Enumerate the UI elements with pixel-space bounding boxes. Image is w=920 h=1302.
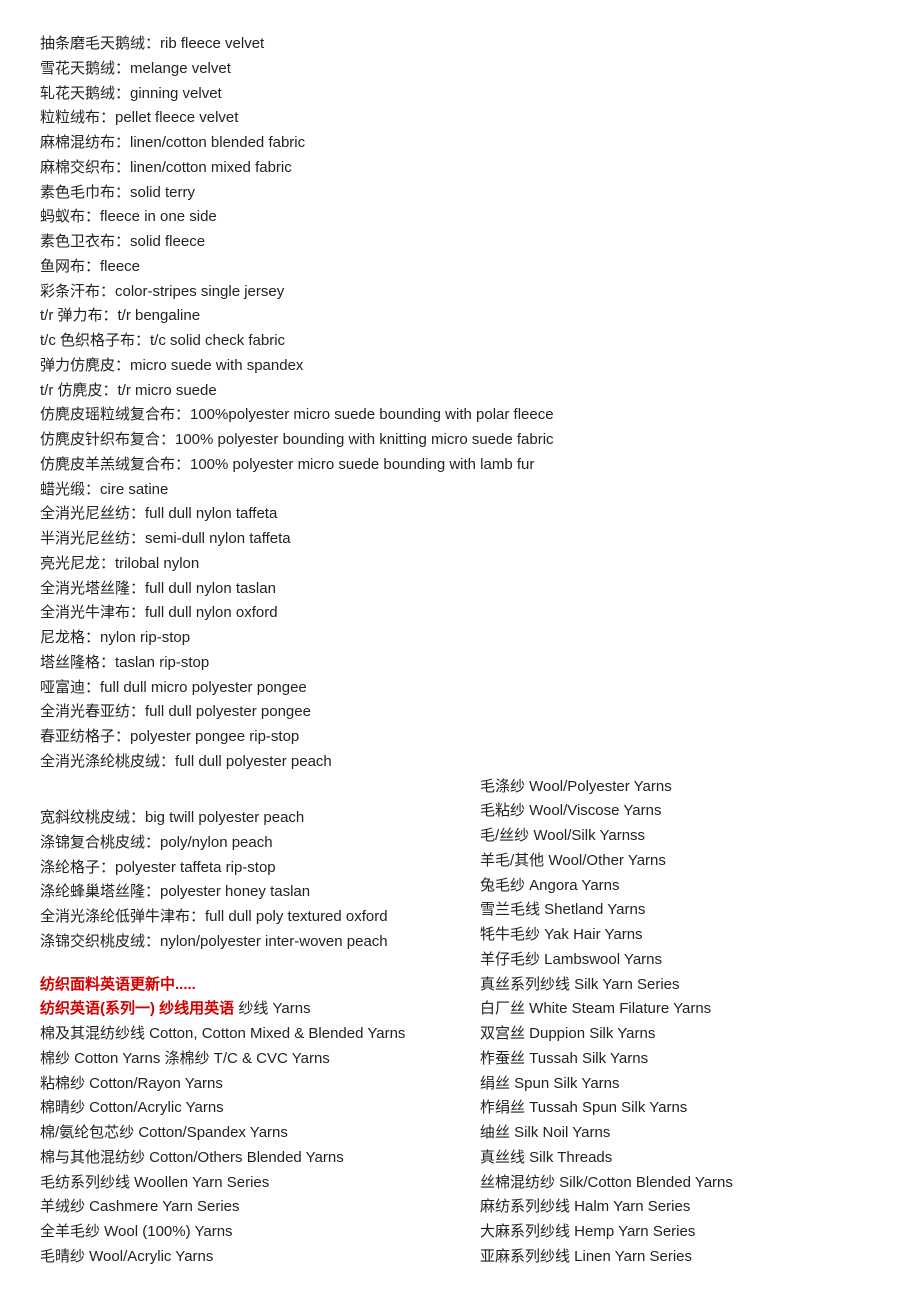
yarn-term-line: 麻纺系列纱线 Halm Yarn Series: [480, 1195, 880, 1220]
series-heading-red: 纺织英语(系列一) 纱线用英语: [40, 1000, 234, 1017]
fabric-term-line: 全消光塔丝隆：full dull nylon taslan: [40, 577, 880, 602]
fabric-term-line: 仿麂皮针织布复合：100% polyester bounding with kn…: [40, 428, 880, 453]
yarn-term-line: 羊毛/其他 Wool/Other Yarns: [480, 849, 880, 874]
yarn-term-line: 䌷丝 Silk Noil Yarns: [480, 1121, 880, 1146]
fabric-term-line: 宽斜纹桃皮绒：big twill polyester peach: [40, 806, 440, 831]
yarn-term-line: 棉与其他混纺纱 Cotton/Others Blended Yarns: [40, 1146, 440, 1171]
yarn-term-line: 棉/氨纶包芯纱 Cotton/Spandex Yarns: [40, 1121, 440, 1146]
fabric-term-line: 蜡光缎：cire satine: [40, 478, 880, 503]
fabric-term-line: 全消光涤纶低弹牛津布：full dull poly textured oxfor…: [40, 905, 440, 930]
fabric-term-line: t/r 仿麂皮：t/r micro suede: [40, 379, 880, 404]
right-column: 毛涤纱 Wool/Polyester Yarns毛粘纱 Wool/Viscose…: [480, 775, 880, 1270]
fabric-term-line: 抽条磨毛天鹅绒：rib fleece velvet: [40, 32, 880, 57]
fabric-term-line: 哑富迪：full dull micro polyester pongee: [40, 676, 880, 701]
yarn-term-line: 真丝线 Silk Threads: [480, 1146, 880, 1171]
yarn-term-line: 毛涤纱 Wool/Polyester Yarns: [480, 775, 880, 800]
yarn-term-line: 毛纺系列纱线 Woollen Yarn Series: [40, 1171, 440, 1196]
yarn-term-line: 丝棉混纺纱 Silk/Cotton Blended Yarns: [480, 1171, 880, 1196]
yarn-term-line: 毛粘纱 Wool/Viscose Yarns: [480, 799, 880, 824]
fabric-term-line: 轧花天鹅绒：ginning velvet: [40, 82, 880, 107]
yarn-term-line: 棉晴纱 Cotton/Acrylic Yarns: [40, 1096, 440, 1121]
yarn-term-line: 牦牛毛纱 Yak Hair Yarns: [480, 923, 880, 948]
yarn-term-line: 棉及其混纺纱线 Cotton, Cotton Mixed & Blended Y…: [40, 1022, 440, 1047]
two-column-section: 宽斜纹桃皮绒：big twill polyester peach涤锦复合桃皮绒：…: [40, 775, 880, 1270]
fabric-term-line: 彩条汗布：color-stripes single jersey: [40, 280, 880, 305]
fabric-term-line: 粒粒绒布：pellet fleece velvet: [40, 106, 880, 131]
update-heading: 纺织面料英语更新中.....: [40, 973, 440, 998]
right-column-list: 毛涤纱 Wool/Polyester Yarns毛粘纱 Wool/Viscose…: [480, 775, 880, 1270]
fabric-term-line: 素色卫衣布：solid fleece: [40, 230, 880, 255]
yarn-term-line: 大麻系列纱线 Hemp Yarn Series: [480, 1220, 880, 1245]
series-heading-black: 纱线 Yarns: [234, 1000, 310, 1017]
fabric-term-line: 涤纶蜂巢塔丝隆：polyester honey taslan: [40, 880, 440, 905]
left-bottom-list: 棉及其混纺纱线 Cotton, Cotton Mixed & Blended Y…: [40, 1022, 440, 1270]
yarn-term-line: 真丝系列纱线 Silk Yarn Series: [480, 973, 880, 998]
fabric-term-line: 全消光牛津布：full dull nylon oxford: [40, 601, 880, 626]
yarn-term-line: 双宫丝 Duppion Silk Yarns: [480, 1022, 880, 1047]
fabric-terms-list: 抽条磨毛天鹅绒：rib fleece velvet雪花天鹅绒：melange v…: [40, 32, 880, 775]
yarn-term-line: 羊绒纱 Cashmere Yarn Series: [40, 1195, 440, 1220]
yarn-term-line: 毛晴纱 Wool/Acrylic Yarns: [40, 1245, 440, 1270]
yarn-term-line: 柞绢丝 Tussah Spun Silk Yarns: [480, 1096, 880, 1121]
fabric-term-line: 涤锦复合桃皮绒：poly/nylon peach: [40, 831, 440, 856]
fabric-term-line: 素色毛巾布：solid terry: [40, 181, 880, 206]
yarn-term-line: 绢丝 Spun Silk Yarns: [480, 1072, 880, 1097]
fabric-term-line: 半消光尼丝纺：semi-dull nylon taffeta: [40, 527, 880, 552]
fabric-term-line: 麻棉交织布：linen/cotton mixed fabric: [40, 156, 880, 181]
yarn-term-line: 亚麻系列纱线 Linen Yarn Series: [480, 1245, 880, 1270]
fabric-term-line: 全消光涤纶桃皮绒：full dull polyester peach: [40, 750, 880, 775]
fabric-term-line: 弹力仿麂皮：micro suede with spandex: [40, 354, 880, 379]
fabric-term-line: 涤纶格子：polyester taffeta rip-stop: [40, 856, 440, 881]
fabric-term-line: t/c 色织格子布：t/c solid check fabric: [40, 329, 880, 354]
fabric-term-line: 塔丝隆格：taslan rip-stop: [40, 651, 880, 676]
left-tail-list: 宽斜纹桃皮绒：big twill polyester peach涤锦复合桃皮绒：…: [40, 806, 440, 955]
fabric-term-line: 仿麂皮羊羔绒复合布：100% polyester micro suede bou…: [40, 453, 880, 478]
yarn-term-line: 棉纱 Cotton Yarns 涤棉纱 T/C & CVC Yarns: [40, 1047, 440, 1072]
yarn-term-line: 雪兰毛线 Shetland Yarns: [480, 898, 880, 923]
fabric-term-line: 仿麂皮瑶粒绒复合布：100%polyester micro suede boun…: [40, 403, 880, 428]
left-column: 宽斜纹桃皮绒：big twill polyester peach涤锦复合桃皮绒：…: [40, 806, 440, 1270]
yarn-term-line: 羊仔毛纱 Lambswool Yarns: [480, 948, 880, 973]
fabric-term-line: 尼龙格：nylon rip-stop: [40, 626, 880, 651]
yarn-term-line: 全羊毛纱 Wool (100%) Yarns: [40, 1220, 440, 1245]
yarn-term-line: 毛/丝纱 Wool/Silk Yarnss: [480, 824, 880, 849]
fabric-term-line: 涤锦交织桃皮绒：nylon/polyester inter-woven peac…: [40, 930, 440, 955]
fabric-term-line: 全消光春亚纺：full dull polyester pongee: [40, 700, 880, 725]
fabric-term-line: 全消光尼丝纺：full dull nylon taffeta: [40, 502, 880, 527]
yarn-term-line: 粘棉纱 Cotton/Rayon Yarns: [40, 1072, 440, 1097]
yarn-term-line: 白厂丝 White Steam Filature Yarns: [480, 997, 880, 1022]
yarn-term-line: 柞蚕丝 Tussah Silk Yarns: [480, 1047, 880, 1072]
fabric-term-line: 麻棉混纺布：linen/cotton blended fabric: [40, 131, 880, 156]
fabric-term-line: 亮光尼龙：trilobal nylon: [40, 552, 880, 577]
fabric-term-line: 雪花天鹅绒：melange velvet: [40, 57, 880, 82]
series-heading: 纺织英语(系列一) 纱线用英语 纱线 Yarns: [40, 997, 440, 1022]
fabric-term-line: 春亚纺格子：polyester pongee rip-stop: [40, 725, 880, 750]
fabric-term-line: 鱼网布：fleece: [40, 255, 880, 280]
yarn-term-line: 兔毛纱 Angora Yarns: [480, 874, 880, 899]
fabric-term-line: 蚂蚁布：fleece in one side: [40, 205, 880, 230]
fabric-term-line: t/r 弹力布：t/r bengaline: [40, 304, 880, 329]
